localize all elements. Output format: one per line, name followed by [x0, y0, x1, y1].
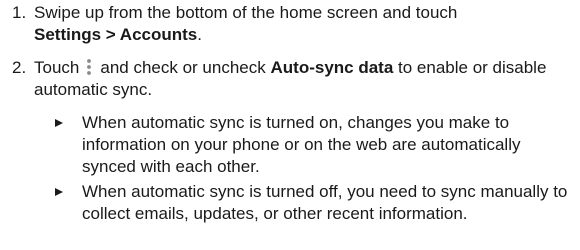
step-2-text-middle: and check or uncheck [100, 58, 266, 77]
bullet-text: When automatic sync is turned off, you n… [82, 182, 568, 223]
step-text: Swipe up from the bottom of the home scr… [34, 2, 570, 46]
step-text: Touch and check or uncheck Auto-sync data… [34, 57, 570, 101]
triangle-bullet-icon [55, 188, 63, 196]
step-number: 2. [12, 58, 27, 77]
step-2-text-start: Touch [34, 58, 80, 77]
triangle-bullet-icon [55, 119, 63, 127]
more-options-icon [82, 57, 96, 77]
bullet-text: When automatic sync is turned on, change… [82, 113, 521, 176]
instructions-document: 1. Swipe up from the bottom of the home … [0, 0, 580, 250]
step-1-text: Swipe up from the bottom of the home scr… [34, 3, 458, 22]
step-1-period: . [197, 25, 202, 44]
auto-sync-data-label: Auto-sync data [270, 58, 394, 77]
step-number: 1. [12, 3, 27, 22]
settings-accounts-path: Settings > Accounts [34, 25, 198, 44]
